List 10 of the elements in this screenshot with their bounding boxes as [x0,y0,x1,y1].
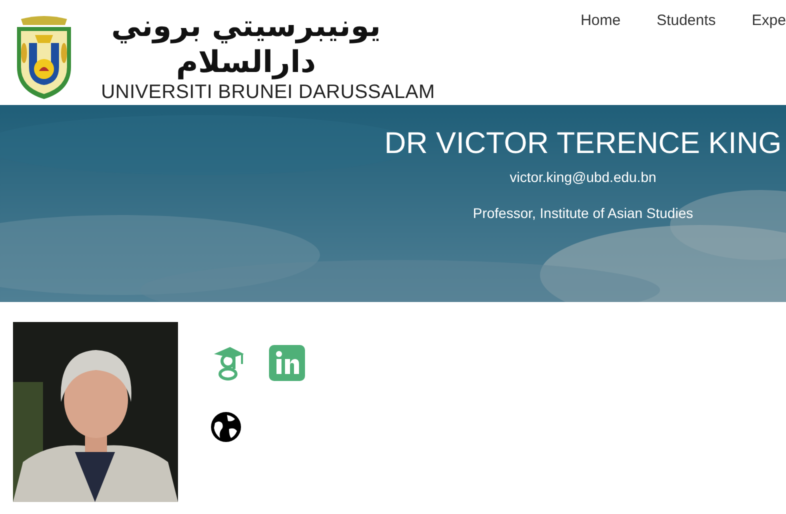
profile-name: DR VICTOR TERENCE KING [384,126,782,162]
nav-link[interactable]: Home [580,12,621,29]
logo-name: UNIVERSITI BRUNEI DARUSSALAM [101,81,435,103]
nav-link[interactable]: Expe [752,12,786,29]
linkedin-icon[interactable] [269,345,305,381]
profile-position: Professor, Institute of Asian Studies [472,205,694,221]
profile-email: victor.king@ubd.edu.bn [510,169,656,185]
logo-script: يونيبرسيتي بروني دارالسلام [110,9,382,81]
nav-link[interactable]: Students [656,12,716,29]
globe-icon[interactable] [210,411,242,443]
